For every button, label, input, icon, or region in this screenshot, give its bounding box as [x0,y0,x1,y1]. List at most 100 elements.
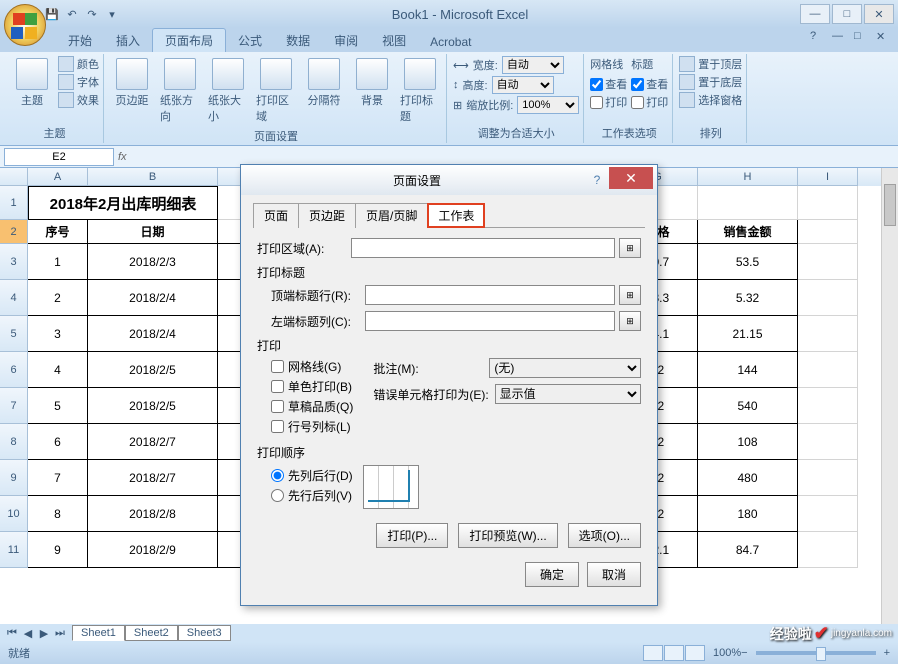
cell[interactable]: 3 [28,316,88,352]
gridlines-checkbox[interactable] [271,360,284,373]
gridlines-view-checkbox[interactable] [590,78,603,91]
next-sheet-icon[interactable]: ▶ [36,627,52,640]
tab-data[interactable]: 数据 [274,29,322,52]
theme-fonts-button[interactable]: 字体 [58,74,99,90]
row-header[interactable]: 9 [0,460,28,496]
cell[interactable]: 21.15 [698,316,798,352]
header-cell[interactable]: 序号 [28,220,88,244]
prev-sheet-icon[interactable]: ◀ [20,627,36,640]
printarea-ref-button[interactable]: ⊞ [619,238,641,258]
row-header[interactable]: 11 [0,532,28,568]
row-header[interactable]: 8 [0,424,28,460]
cell[interactable]: 6 [28,424,88,460]
send-back-button[interactable]: 置于底层 [679,74,742,90]
scale-select[interactable]: 100% [517,96,579,114]
gridlines-print-checkbox[interactable] [590,96,603,109]
header-cell[interactable]: 日期 [88,220,218,244]
cell[interactable] [698,186,798,220]
row-header[interactable]: 5 [0,316,28,352]
cell[interactable] [798,244,858,280]
office-button[interactable] [4,4,46,46]
pagelayout-view-button[interactable] [664,645,684,661]
row-header[interactable]: 1 [0,186,28,220]
col-header[interactable]: H [698,168,798,186]
bw-checkbox[interactable] [271,380,284,393]
dialog-help-icon[interactable]: ? [585,173,609,187]
toprows-input[interactable] [365,285,615,305]
printtitles-button[interactable]: 打印标题 [398,56,442,126]
dialog-tab-page[interactable]: 页面 [253,203,299,228]
cell[interactable] [798,280,858,316]
cell[interactable] [798,460,858,496]
qat-dropdown-icon[interactable]: ▾ [104,6,120,22]
undo-icon[interactable]: ↶ [64,6,80,22]
cell[interactable]: 180 [698,496,798,532]
errors-select[interactable]: 显示值 [495,384,641,404]
tab-insert[interactable]: 插入 [104,29,152,52]
draft-checkbox[interactable] [271,400,284,413]
options-button[interactable]: 选项(O)... [568,523,641,548]
cell[interactable]: 2018/2/9 [88,532,218,568]
sheet-tab[interactable]: Sheet2 [125,625,178,641]
tab-view[interactable]: 视图 [370,29,418,52]
cell[interactable]: 480 [698,460,798,496]
cell[interactable]: 2018/2/5 [88,388,218,424]
cell[interactable]: 2018/2/8 [88,496,218,532]
cell[interactable] [798,352,858,388]
pagebreak-view-button[interactable] [685,645,705,661]
cell[interactable]: 4 [28,352,88,388]
row-header[interactable]: 6 [0,352,28,388]
dialog-tab-headerfooter[interactable]: 页眉/页脚 [355,203,428,228]
theme-effects-button[interactable]: 效果 [58,92,99,108]
cell[interactable]: 9 [28,532,88,568]
dialog-tab-margins[interactable]: 页边距 [298,203,356,228]
last-sheet-icon[interactable]: ⏭ [52,627,68,640]
cell[interactable]: 84.7 [698,532,798,568]
cell[interactable]: 5 [28,388,88,424]
cell[interactable] [798,532,858,568]
zoom-out-icon[interactable]: − [741,647,747,659]
cell[interactable]: 7 [28,460,88,496]
minimize-ribbon-icon[interactable]: — [832,30,848,46]
cell[interactable]: 2018/2/5 [88,352,218,388]
row-header[interactable]: 10 [0,496,28,532]
sheet-title-cell[interactable]: 2018年2月出库明细表 [28,186,218,220]
cell[interactable] [798,424,858,460]
width-select[interactable]: 自动 [502,56,564,74]
zoom-level[interactable]: 100% [713,647,741,659]
tab-formulas[interactable]: 公式 [226,29,274,52]
col-header[interactable]: I [798,168,858,186]
tab-pagelayout[interactable]: 页面布局 [152,28,226,52]
overdown-radio[interactable] [271,489,284,502]
cell[interactable] [798,496,858,532]
downover-radio[interactable] [271,469,284,482]
cell[interactable]: 540 [698,388,798,424]
themes-button[interactable]: 主题 [10,56,54,110]
dialog-tab-sheet[interactable]: 工作表 [427,203,485,228]
size-button[interactable]: 纸张大小 [206,56,250,126]
toprows-ref-button[interactable]: ⊞ [619,285,641,305]
cell[interactable]: 2018/2/3 [88,244,218,280]
background-button[interactable]: 背景 [350,56,394,110]
save-icon[interactable]: 💾 [44,6,60,22]
zoom-slider[interactable] [756,651,876,655]
cell[interactable]: 8 [28,496,88,532]
printarea-input[interactable] [351,238,615,258]
cell[interactable]: 108 [698,424,798,460]
select-all-corner[interactable] [0,168,28,186]
theme-colors-button[interactable]: 颜色 [58,56,99,72]
cell[interactable] [798,220,858,244]
headings-view-checkbox[interactable] [631,78,644,91]
sheet-tab[interactable]: Sheet3 [178,625,231,641]
ok-button[interactable]: 确定 [525,562,579,587]
cell[interactable]: 53.5 [698,244,798,280]
breaks-button[interactable]: 分隔符 [302,56,346,110]
orientation-button[interactable]: 纸张方向 [158,56,202,126]
row-header[interactable]: 2 [0,220,28,244]
vertical-scrollbar[interactable] [881,168,898,624]
cell[interactable] [798,388,858,424]
bring-front-button[interactable]: 置于顶层 [679,56,742,72]
maximize-button[interactable]: □ [832,4,862,24]
zoom-in-icon[interactable]: + [884,647,890,659]
normal-view-button[interactable] [643,645,663,661]
